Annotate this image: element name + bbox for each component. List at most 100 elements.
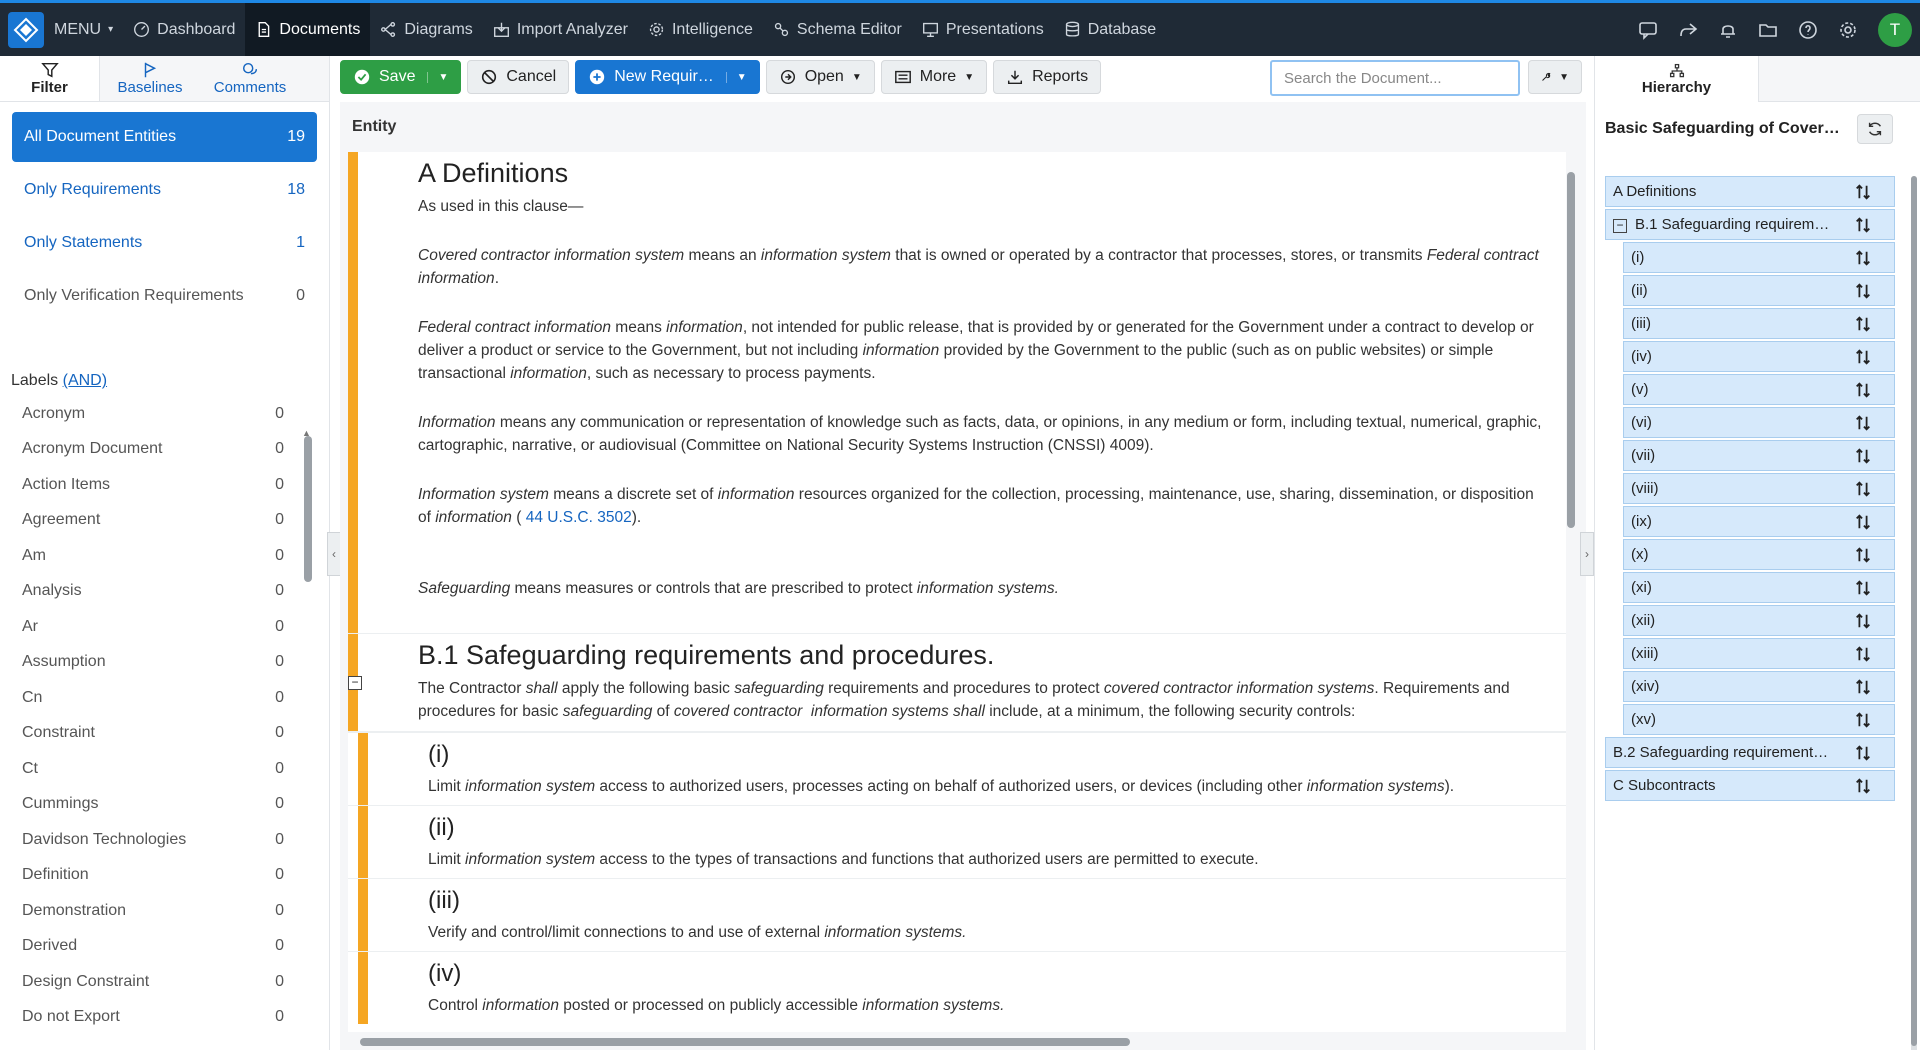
bell-icon[interactable]	[1718, 20, 1738, 40]
collapse-right-panel-button[interactable]: ›	[1580, 532, 1594, 576]
hierarchy-node[interactable]: (iv)	[1623, 341, 1895, 372]
refresh-button[interactable]	[1857, 114, 1893, 144]
user-avatar[interactable]: T	[1878, 12, 1912, 47]
hierarchy-node[interactable]: (iii)	[1623, 308, 1895, 339]
reorder-arrows-icon[interactable]	[1854, 414, 1872, 432]
menu-button[interactable]: MENU ▾	[44, 3, 123, 56]
labels-mode-link[interactable]: (AND)	[63, 372, 107, 389]
nav-dashboard[interactable]: Dashboard	[123, 3, 245, 56]
app-logo[interactable]	[8, 11, 44, 48]
nav-documents[interactable]: Documents	[245, 3, 371, 56]
entity-filter-statements[interactable]: Only Statements 1	[12, 218, 317, 268]
share-icon[interactable]	[1678, 20, 1698, 40]
hierarchy-node[interactable]: (viii)	[1623, 473, 1895, 504]
hierarchy-node[interactable]: A Definitions	[1605, 176, 1895, 207]
requirement-ii[interactable]: (ii) Limit information system access to …	[348, 805, 1566, 878]
label-filter-item[interactable]: Do not Export 0	[12, 1000, 294, 1036]
reorder-arrows-icon[interactable]	[1854, 612, 1872, 630]
collapse-left-panel-button[interactable]: ‹	[327, 532, 341, 576]
save-button[interactable]: Save ▼	[340, 60, 462, 94]
requirement-i[interactable]: (i) Limit information system access to a…	[348, 732, 1566, 805]
label-filter-item[interactable]: Ar 0	[12, 609, 294, 645]
reorder-arrows-icon[interactable]	[1854, 447, 1872, 465]
reorder-arrows-icon[interactable]	[1854, 744, 1872, 762]
document-search-input[interactable]	[1270, 60, 1520, 96]
requirement-iii[interactable]: (iii) Verify and control/limit connectio…	[348, 878, 1566, 951]
document-vertical-scrollbar[interactable]	[1567, 172, 1575, 528]
reorder-arrows-icon[interactable]	[1854, 546, 1872, 564]
label-filter-item[interactable]: Design Constraint 0	[12, 964, 294, 1000]
reorder-arrows-icon[interactable]	[1854, 711, 1872, 729]
hierarchy-node[interactable]: (v)	[1623, 374, 1895, 405]
collapse-node-icon[interactable]: −	[1613, 219, 1627, 233]
folder-icon[interactable]	[1758, 20, 1778, 40]
reorder-arrows-icon[interactable]	[1854, 480, 1872, 498]
hierarchy-node[interactable]: (xiii)	[1623, 638, 1895, 669]
cancel-button[interactable]: Cancel	[467, 60, 570, 94]
reorder-arrows-icon[interactable]	[1854, 777, 1872, 795]
label-filter-item[interactable]: Demonstration 0	[12, 893, 294, 929]
section-a-definitions[interactable]: A Definitions As used in this clause— Co…	[348, 152, 1566, 634]
reorder-arrows-icon[interactable]	[1854, 579, 1872, 597]
tab-baselines[interactable]: Baselines	[100, 56, 200, 101]
nav-intelligence[interactable]: Intelligence	[638, 3, 763, 56]
label-filter-item[interactable]: Cn 0	[12, 680, 294, 716]
label-filter-item[interactable]: Definition 0	[12, 858, 294, 894]
nav-database[interactable]: Database	[1054, 3, 1167, 56]
hierarchy-node[interactable]: (xi)	[1623, 572, 1895, 603]
new-requirement-button[interactable]: New Requir… ▼	[575, 60, 760, 94]
hierarchy-scrollbar-track[interactable]	[1911, 176, 1917, 1050]
entity-filter-verification[interactable]: Only Verification Requirements 0	[12, 271, 317, 321]
nav-schema-editor[interactable]: Schema Editor	[763, 3, 912, 56]
hierarchy-node[interactable]: − B.1 Safeguarding requirem…	[1605, 209, 1895, 240]
labels-scrollbar[interactable]	[304, 436, 312, 582]
reports-button[interactable]: Reports	[993, 60, 1102, 94]
label-filter-item[interactable]: Acronym 0	[12, 396, 294, 432]
usc-link[interactable]: 44 U.S.C. 3502	[526, 509, 632, 526]
label-filter-item[interactable]: Davidson Technologies 0	[12, 822, 294, 858]
label-filter-item[interactable]: Action Items 0	[12, 467, 294, 503]
tab-filter[interactable]: Filter	[0, 56, 100, 101]
hierarchy-scrollbar-thumb[interactable]	[1911, 176, 1917, 1046]
chat-icon[interactable]	[1638, 20, 1658, 40]
label-filter-item[interactable]: Cummings 0	[12, 787, 294, 823]
hierarchy-node[interactable]: (xv)	[1623, 704, 1895, 735]
nav-import-analyzer[interactable]: Import Analyzer	[483, 3, 638, 56]
label-filter-item[interactable]: Am 0	[12, 538, 294, 574]
hierarchy-node[interactable]: (i)	[1623, 242, 1895, 273]
reorder-arrows-icon[interactable]	[1854, 183, 1872, 201]
hierarchy-node[interactable]: (x)	[1623, 539, 1895, 570]
more-button[interactable]: More ▼	[880, 60, 988, 94]
label-filter-item[interactable]: Analysis 0	[12, 574, 294, 610]
entity-filter-all[interactable]: All Document Entities 19	[12, 112, 317, 162]
hierarchy-node[interactable]: (xiv)	[1623, 671, 1895, 702]
hierarchy-node[interactable]: C Subcontracts	[1605, 770, 1895, 801]
tab-comments[interactable]: Comments	[200, 56, 300, 101]
label-filter-item[interactable]: Agreement 0	[12, 503, 294, 539]
settings-gear-icon[interactable]	[1838, 20, 1858, 40]
collapse-section-icon[interactable]: −	[348, 676, 362, 690]
hierarchy-node[interactable]: B.2 Safeguarding requirement…	[1605, 737, 1895, 768]
hierarchy-node[interactable]: (ii)	[1623, 275, 1895, 306]
help-icon[interactable]	[1798, 20, 1818, 40]
reorder-arrows-icon[interactable]	[1854, 678, 1872, 696]
hierarchy-node[interactable]: (xii)	[1623, 605, 1895, 636]
nav-diagrams[interactable]: Diagrams	[370, 3, 482, 56]
hierarchy-node[interactable]: (vi)	[1623, 407, 1895, 438]
reorder-arrows-icon[interactable]	[1854, 315, 1872, 333]
reorder-arrows-icon[interactable]	[1854, 381, 1872, 399]
reorder-arrows-icon[interactable]	[1854, 282, 1872, 300]
requirement-iv[interactable]: (iv) Control information posted or proce…	[348, 951, 1566, 1024]
reorder-arrows-icon[interactable]	[1854, 513, 1872, 531]
reorder-arrows-icon[interactable]	[1854, 249, 1872, 267]
open-button[interactable]: Open ▼	[765, 60, 875, 94]
reorder-arrows-icon[interactable]	[1854, 645, 1872, 663]
tab-hierarchy[interactable]: Hierarchy	[1595, 56, 1759, 102]
label-filter-item[interactable]: Assumption 0	[12, 645, 294, 681]
label-filter-item[interactable]: Constraint 0	[12, 716, 294, 752]
tools-button[interactable]: ▼	[1528, 60, 1582, 94]
reorder-arrows-icon[interactable]	[1854, 216, 1872, 234]
new-requirement-dropdown-caret[interactable]: ▼	[725, 71, 747, 83]
save-dropdown-caret[interactable]: ▼	[427, 71, 448, 83]
document-horizontal-scrollbar[interactable]	[360, 1038, 1130, 1046]
